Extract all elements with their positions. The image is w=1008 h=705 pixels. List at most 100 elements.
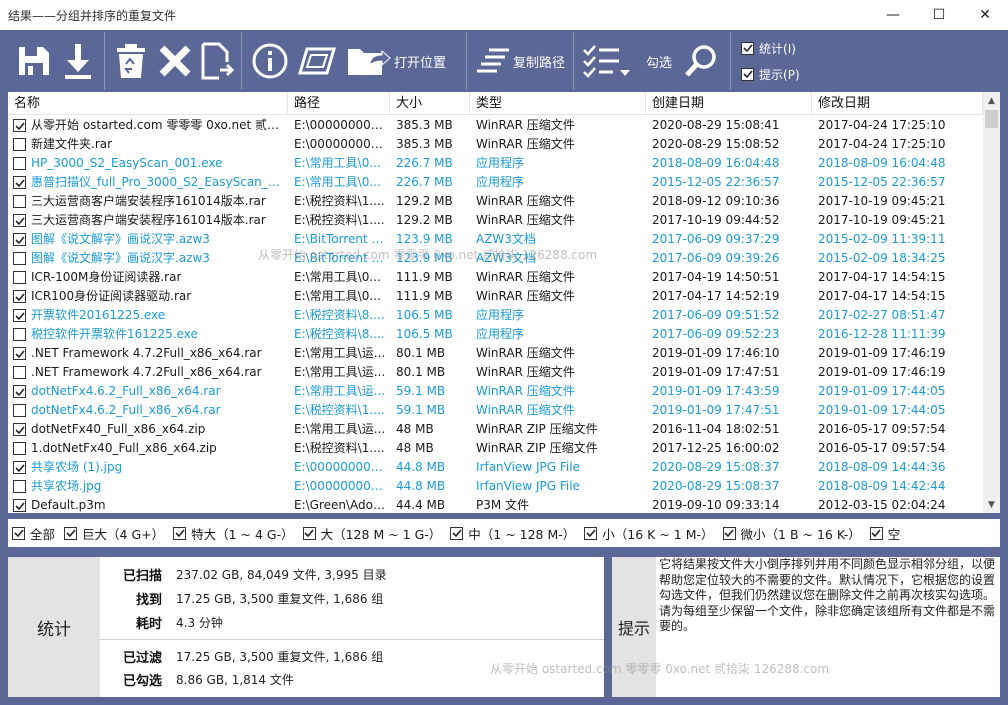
size-filter-option[interactable]: 微小（1 B ~ 16 K-） — [722, 524, 861, 543]
column-header-path[interactable]: 路径 — [288, 92, 390, 115]
row-checkbox[interactable] — [13, 461, 26, 474]
table-row[interactable]: 税控软件开票软件161225.exe E:\税控资料\8.... 106.5 MB 应… — [8, 325, 983, 344]
type-cell: 应用程序 — [476, 327, 525, 341]
size-filter-option[interactable]: 中（1 ~ 128 M-） — [450, 524, 575, 543]
column-header-size[interactable]: 大小 — [390, 92, 470, 115]
filter-checkbox[interactable] — [64, 526, 78, 540]
row-checkbox[interactable] — [13, 328, 26, 341]
table-row[interactable]: 三大运营商客户端安装程序161014版本.rar E:\税控资料\1.... 129… — [8, 211, 983, 230]
table-row[interactable]: 图解《说文解字》画说汉字.azw3 E:\BitTorrent Syn... 123… — [8, 230, 983, 249]
close-window-button[interactable]: ✕ — [962, 0, 1008, 30]
open-location-button[interactable]: 打开位置 — [340, 30, 452, 92]
scroll-down-icon[interactable]: ▼ — [983, 496, 1000, 513]
row-checkbox[interactable] — [13, 442, 26, 455]
row-checkbox[interactable] — [13, 271, 26, 284]
search-icon[interactable] — [676, 30, 726, 92]
tips-toggle[interactable]: 提示(P) — [741, 66, 800, 83]
copy-path-button[interactable]: 复制路径 — [471, 30, 569, 92]
table-row[interactable]: 共享农场 (1).jpg E:\000000000000... 44.8 MB Irf… — [8, 458, 983, 477]
stats-toggle[interactable]: 统计(I) — [741, 40, 800, 57]
table-row[interactable]: 共享农场.jpg E:\000000000000... 44.8 MB IrfanVi… — [8, 477, 983, 496]
vertical-scrollbar[interactable]: ▲ ▼ — [983, 92, 1000, 513]
row-checkbox[interactable] — [13, 214, 26, 227]
table-row[interactable]: 开票软件20161225.exe E:\税控资料\8.... 106.5 MB 应用程… — [8, 306, 983, 325]
check-menu-button[interactable]: 勾选 — [578, 30, 676, 92]
table-row[interactable]: dotNetFx40_Full_x86_x64.zip E:\常用工具\运... 4… — [8, 420, 983, 439]
table-row[interactable]: 新建文件夹.rar E:\000000000000... 385.3 MB WinRA… — [8, 135, 983, 154]
info-icon[interactable] — [246, 30, 294, 92]
stats-toggle-label: 统计(I) — [759, 41, 796, 56]
column-header-modified[interactable]: 修改日期 — [812, 92, 983, 115]
table-row[interactable]: .NET Framework 4.7.2Full_x86_x64.rar E:\常… — [8, 363, 983, 382]
table-row[interactable]: ICR-100M身份证阅读器.rar E:\常用工具\0... 111.9 MB Wi… — [8, 268, 983, 287]
table-row[interactable]: 1.dotNetFx40_Full_x86_x64.zip E:\税控资料\1..… — [8, 439, 983, 458]
path-cell: E:\税控资料\1.... — [294, 403, 385, 417]
filter-checkbox[interactable] — [302, 526, 316, 540]
table-row[interactable]: 三大运营商客户端安装程序161014版本.rar E:\税控资料\1.... 129… — [8, 192, 983, 211]
filter-checkbox[interactable] — [450, 526, 464, 540]
row-checkbox[interactable] — [13, 404, 26, 417]
recycle-bin-icon[interactable] — [109, 30, 153, 92]
created-cell: 2020-08-29 15:08:52 — [652, 137, 780, 151]
row-checkbox[interactable] — [13, 480, 26, 493]
table-row[interactable]: dotNetFx4.6.2_Full_x86_x64.rar E:\常用工具\运.… — [8, 382, 983, 401]
preview-icon[interactable] — [294, 30, 340, 92]
size-filter-option[interactable]: 巨大（4 G+） — [64, 524, 164, 543]
scroll-thumb[interactable] — [985, 110, 998, 128]
table-row[interactable]: 图解《说文解字》画说汉字.azw3 E:\BitTorrent Syn... 123… — [8, 249, 983, 268]
type-cell: WinRAR 压缩文件 — [476, 384, 575, 398]
type-cell: WinRAR 压缩文件 — [476, 365, 575, 379]
row-checkbox[interactable] — [13, 499, 26, 512]
size-filter-option[interactable]: 空 — [869, 524, 900, 543]
row-checkbox[interactable] — [13, 195, 26, 208]
row-checkbox[interactable] — [13, 309, 26, 322]
filter-checkbox[interactable] — [12, 526, 25, 540]
path-cell: E:\常用工具\0... — [294, 175, 381, 189]
size-filter-option[interactable]: 特大（1 ~ 4 G-） — [173, 524, 294, 543]
size-filter-option[interactable]: 小（16 K ~ 1 M-） — [584, 524, 714, 543]
row-checkbox[interactable] — [13, 366, 26, 379]
row-checkbox[interactable] — [13, 119, 26, 132]
created-cell: 2017-12-25 16:00:02 — [652, 441, 780, 455]
row-checkbox[interactable] — [13, 252, 26, 265]
row-checkbox[interactable] — [13, 290, 26, 303]
save-icon[interactable] — [12, 30, 56, 92]
move-file-icon[interactable] — [197, 30, 237, 92]
table-row[interactable]: 惠普扫描仪_full_Pro_3000_S2_EasyScan_公路... E:\… — [8, 173, 983, 192]
table-row[interactable]: dotNetFx4.6.2_Full_x86_x64.rar E:\税控资料\1.… — [8, 401, 983, 420]
column-header-created[interactable]: 创建日期 — [646, 92, 812, 115]
path-cell: E:\税控资料\1.... — [294, 194, 385, 208]
row-checkbox[interactable] — [13, 157, 26, 170]
table-row[interactable]: HP_3000_S2_EasyScan_001.exe E:\常用工具\0... 2… — [8, 154, 983, 173]
stats-checkbox[interactable] — [741, 41, 755, 55]
created-cell: 2019-01-09 17:47:51 — [652, 403, 780, 417]
table-row[interactable]: Default.p3m E:\Green\Adobe... 44.4 MB P3M 文… — [8, 496, 983, 513]
filter-checkbox[interactable] — [869, 526, 883, 540]
window-title: 结果——分组并排序的重复文件 — [8, 8, 177, 23]
table-row[interactable]: .NET Framework 4.7.2Full_x86_x64.rar E:\常… — [8, 344, 983, 363]
tips-checkbox[interactable] — [741, 67, 755, 81]
delete-x-icon[interactable] — [153, 30, 197, 92]
table-row[interactable]: ICR100身份证阅读器驱动.rar E:\常用工具\0... 111.9 MB Wi… — [8, 287, 983, 306]
column-header-name[interactable]: 名称 — [8, 92, 288, 115]
filter-label: 大（128 M ~ 1 G-） — [320, 526, 442, 542]
file-name-cell: 图解《说文解字》画说汉字.azw3 — [8, 249, 288, 268]
row-checkbox[interactable] — [13, 138, 26, 151]
row-checkbox[interactable] — [13, 423, 26, 436]
row-checkbox[interactable] — [13, 233, 26, 246]
download-icon[interactable] — [56, 30, 100, 92]
minimize-button[interactable]: — — [870, 0, 916, 30]
row-checkbox[interactable] — [13, 176, 26, 189]
size-filter-option[interactable]: 全部 — [12, 524, 55, 543]
maximize-button[interactable]: ☐ — [916, 0, 962, 30]
table-row[interactable]: 从零开始 ostarted.com 零零零 0xo.net 贰拾柒 126288… — [8, 116, 983, 135]
filter-checkbox[interactable] — [584, 526, 598, 540]
filter-checkbox[interactable] — [722, 526, 736, 540]
modified-cell: 2017-10-19 09:45:21 — [818, 213, 946, 227]
row-checkbox[interactable] — [13, 385, 26, 398]
filter-checkbox[interactable] — [173, 526, 187, 540]
scroll-up-icon[interactable]: ▲ — [983, 92, 1000, 109]
size-filter-option[interactable]: 大（128 M ~ 1 G-） — [302, 524, 442, 543]
column-header-type[interactable]: 类型 — [470, 92, 646, 115]
row-checkbox[interactable] — [13, 347, 26, 360]
